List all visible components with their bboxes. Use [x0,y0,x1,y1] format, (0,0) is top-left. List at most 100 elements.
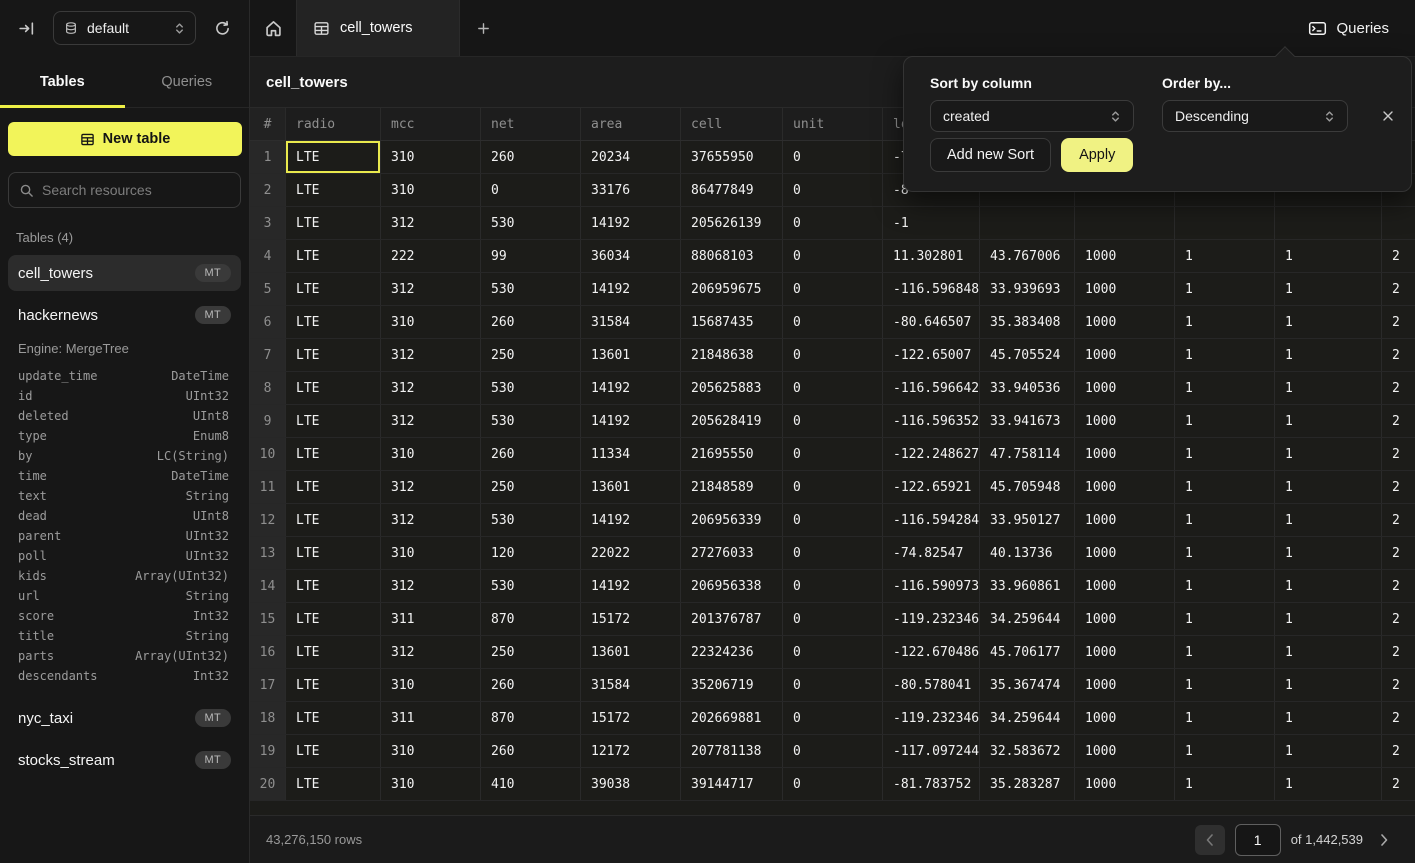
table-cell[interactable]: 32.583672 [980,735,1075,767]
table-cell[interactable]: 1 [1275,768,1382,800]
table-cell[interactable]: 250 [481,636,581,668]
table-cell[interactable]: 0 [783,141,883,173]
column-header-mcc[interactable]: mcc [381,108,481,140]
table-cell[interactable] [980,207,1075,239]
table-cell[interactable]: 202669881 [681,702,783,734]
table-cell[interactable]: 47.758114 [980,438,1075,470]
table-cell[interactable]: 1000 [1075,768,1175,800]
table-cell[interactable]: 1 [1175,570,1275,602]
table-cell[interactable]: 312 [381,372,481,404]
table-cell[interactable]: LTE [286,372,381,404]
table-cell[interactable]: 1 [1275,570,1382,602]
table-cell[interactable]: LTE [286,339,381,371]
table-cell[interactable]: 1000 [1075,438,1175,470]
table-cell[interactable]: 1 [1175,471,1275,503]
table-cell[interactable]: 2 [1382,768,1415,800]
table-cell[interactable]: 260 [481,306,581,338]
table-cell[interactable]: 310 [381,537,481,569]
table-cell[interactable]: 14192 [581,570,681,602]
table-cell[interactable]: 13601 [581,636,681,668]
table-cell[interactable]: 1 [1175,636,1275,668]
table-cell[interactable]: 1 [1275,306,1382,338]
row-number[interactable]: 2 [250,174,286,206]
table-cell[interactable]: -122.670486 [883,636,980,668]
table-cell[interactable]: 0 [783,471,883,503]
table-cell[interactable]: LTE [286,306,381,338]
table-cell[interactable]: 39144717 [681,768,783,800]
table-cell[interactable]: 13601 [581,471,681,503]
table-cell[interactable]: 1000 [1075,471,1175,503]
table-cell[interactable]: 2 [1382,537,1415,569]
table-cell[interactable]: 33176 [581,174,681,206]
table-cell[interactable] [1275,207,1382,239]
table-cell[interactable]: -80.578041 [883,669,980,701]
search-input[interactable] [42,182,230,198]
table-cell[interactable]: 40.13736 [980,537,1075,569]
table-cell[interactable]: 11.302801 [883,240,980,272]
table-cell[interactable]: 2 [1382,669,1415,701]
row-number[interactable]: 17 [250,669,286,701]
table-cell[interactable]: LTE [286,603,381,635]
table-cell[interactable]: 1000 [1075,273,1175,305]
table-cell[interactable]: 33.950127 [980,504,1075,536]
table-cell[interactable]: 2 [1382,504,1415,536]
table-cell[interactable]: 31584 [581,669,681,701]
table-cell[interactable]: 250 [481,339,581,371]
table-cell[interactable]: LTE [286,471,381,503]
table-cell[interactable]: 35.367474 [980,669,1075,701]
table-cell[interactable]: 33.960861 [980,570,1075,602]
table-cell[interactable]: LTE [286,405,381,437]
queries-button[interactable]: Queries [1308,0,1389,56]
table-cell[interactable]: 33.940536 [980,372,1075,404]
table-cell[interactable]: 0 [783,207,883,239]
row-number[interactable]: 15 [250,603,286,635]
table-cell[interactable]: 1 [1275,537,1382,569]
row-number[interactable]: 3 [250,207,286,239]
table-cell[interactable]: 2 [1382,372,1415,404]
database-selector[interactable]: default [53,11,196,45]
table-cell[interactable]: 45.705948 [980,471,1075,503]
table-cell[interactable]: 1 [1275,273,1382,305]
table-cell[interactable]: 34.259644 [980,603,1075,635]
table-cell[interactable]: 206956339 [681,504,783,536]
table-cell[interactable]: 1 [1275,405,1382,437]
table-cell[interactable]: 1 [1175,273,1275,305]
table-cell[interactable]: 2 [1382,570,1415,602]
table-cell[interactable]: 312 [381,273,481,305]
table-cell[interactable]: 2 [1382,438,1415,470]
table-cell[interactable]: 99 [481,240,581,272]
table-cell[interactable]: LTE [286,702,381,734]
table-cell[interactable]: 530 [481,273,581,305]
table-cell[interactable]: 0 [783,306,883,338]
table-cell[interactable]: 205625883 [681,372,783,404]
tab-cell-towers[interactable]: cell_towers [296,0,460,56]
table-cell[interactable]: 1000 [1075,306,1175,338]
table-cell[interactable]: 530 [481,504,581,536]
table-cell[interactable]: 1 [1275,438,1382,470]
row-number[interactable]: 13 [250,537,286,569]
table-cell[interactable]: 870 [481,603,581,635]
row-number[interactable]: 4 [250,240,286,272]
table-cell[interactable]: 1 [1275,372,1382,404]
table-cell[interactable]: 310 [381,306,481,338]
row-number[interactable]: 16 [250,636,286,668]
table-cell[interactable]: 2 [1382,339,1415,371]
table-cell[interactable]: 530 [481,570,581,602]
table-cell[interactable]: 36034 [581,240,681,272]
table-cell[interactable]: 250 [481,471,581,503]
table-cell[interactable]: 13601 [581,339,681,371]
table-cell[interactable]: 39038 [581,768,681,800]
sidebar-item-hackernews[interactable]: hackernews MT [8,297,241,333]
table-cell[interactable]: 311 [381,702,481,734]
row-number[interactable]: 7 [250,339,286,371]
table-cell[interactable] [1175,207,1275,239]
table-cell[interactable]: LTE [286,636,381,668]
table-cell[interactable]: 1 [1175,240,1275,272]
table-cell[interactable]: 33.939693 [980,273,1075,305]
column-header-cell[interactable]: cell [681,108,783,140]
table-cell[interactable]: 206959675 [681,273,783,305]
table-cell[interactable]: 310 [381,141,481,173]
table-cell[interactable]: LTE [286,273,381,305]
table-cell[interactable]: 21695550 [681,438,783,470]
table-cell[interactable]: 1000 [1075,570,1175,602]
